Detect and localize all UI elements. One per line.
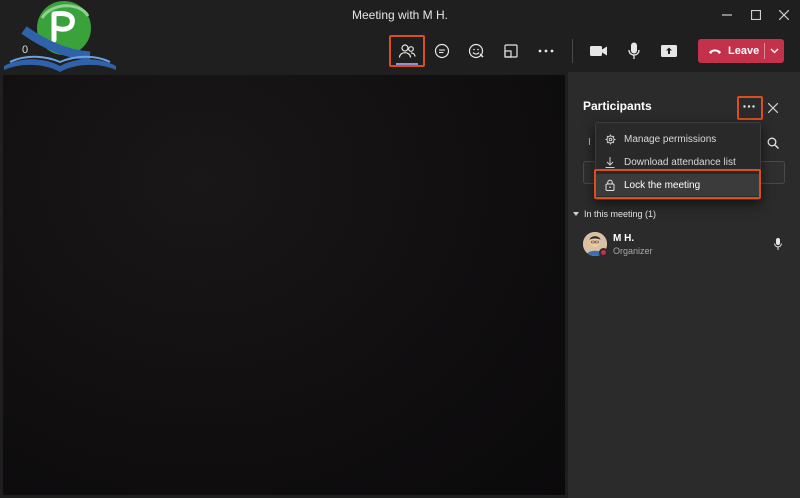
menu-item-label: Lock the meeting [624,179,701,191]
panel-title: Participants [583,99,652,113]
camera-button[interactable] [583,36,615,66]
presence-busy-indicator [599,248,608,257]
video-stage [3,75,565,495]
participant-role: Organizer [613,246,653,256]
caret-down-icon [573,211,579,216]
share-button[interactable] [653,36,685,66]
participant-mic-button[interactable] [772,237,784,251]
close-window-button[interactable] [775,6,793,24]
participant-row[interactable]: M H. Organizer [583,232,788,260]
leave-options-button[interactable] [765,39,784,63]
watermark-logo [2,0,118,76]
chat-icon [434,43,450,59]
camera-icon [590,46,607,56]
mic-icon [774,238,782,250]
panel-close-button[interactable] [766,101,780,115]
participants-active-indicator [396,63,418,65]
hangup-icon [709,49,721,54]
maximize-icon [751,10,761,20]
menu-item-download-attendance[interactable]: Download attendance list [596,151,760,173]
maximize-button[interactable] [747,6,765,24]
menu-item-label: Download attendance list [624,156,736,168]
search-prefix: I [588,137,591,148]
chat-button[interactable] [426,36,458,66]
panel-more-options-button[interactable] [739,99,759,113]
search-icon [767,137,779,149]
gear-icon [596,134,624,145]
toolbar-separator [572,39,573,63]
menu-item-manage-permissions[interactable]: Manage permissions [596,128,760,150]
book-logo-icon [4,1,116,72]
section-label: In this meeting (1) [584,209,657,219]
share-icon [661,45,677,57]
title-bar: Meeting with M H. [0,0,800,30]
mic-button[interactable] [618,36,650,66]
mic-icon [628,42,640,59]
close-icon [768,103,778,113]
participant-name: M H. [613,233,635,244]
minimize-button[interactable] [718,6,736,24]
leave-main-button[interactable]: Leave [698,39,764,63]
more-actions-button[interactable] [530,36,562,66]
lock-icon [596,179,624,191]
reactions-icon [468,43,484,59]
leave-label: Leave [728,45,760,57]
menu-item-lock-meeting[interactable]: Lock the meeting [596,174,760,196]
meeting-toolbar: 0 [0,30,800,72]
close-icon [779,10,789,20]
menu-item-label: Manage permissions [624,133,717,145]
chevron-down-icon [770,48,779,54]
rooms-button[interactable] [495,36,527,66]
participants-button[interactable] [391,36,423,66]
minimize-icon [722,14,732,16]
people-icon [398,44,416,58]
panel-search-button[interactable] [766,136,780,150]
window-title: Meeting with M H. [351,8,449,22]
in-meeting-section-header[interactable]: In this meeting (1) [573,209,656,219]
download-icon [596,156,624,168]
reactions-button[interactable] [461,36,493,66]
more-icon [743,104,755,108]
leave-button[interactable]: Leave [698,39,784,63]
participants-options-menu: Manage permissions Download attendance l… [595,122,761,200]
more-icon [538,49,554,53]
rooms-icon [504,44,518,58]
